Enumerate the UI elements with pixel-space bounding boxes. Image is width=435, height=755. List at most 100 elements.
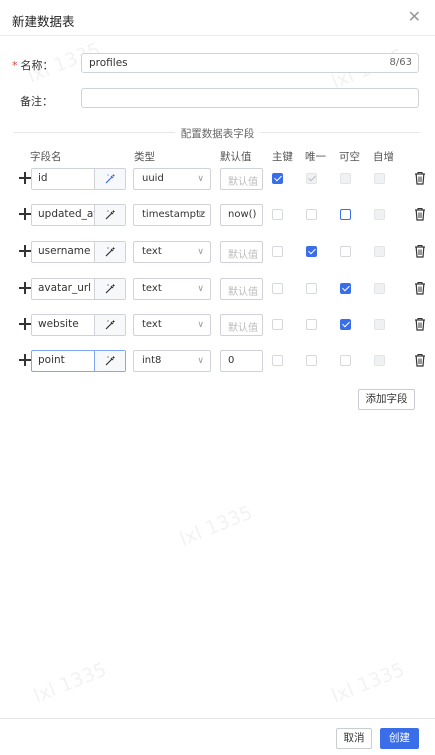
magic-wand-button[interactable] — [94, 205, 125, 225]
trash-icon[interactable] — [414, 281, 426, 295]
watermark: lxl 1335 — [176, 501, 256, 551]
field-row: point int8 ∨ 0 — [0, 350, 435, 374]
unique-checkbox[interactable] — [306, 209, 317, 220]
table-name-value: profiles — [89, 57, 128, 69]
required-mark: * — [12, 59, 18, 72]
field-default-input[interactable]: 默认值 — [220, 168, 263, 190]
drag-handle-icon[interactable] — [19, 208, 31, 220]
trash-icon[interactable] — [414, 317, 426, 331]
field-type-select[interactable]: timestamptz ∨ — [133, 204, 211, 226]
unique-checkbox[interactable] — [306, 246, 317, 257]
trash-icon[interactable] — [414, 353, 426, 367]
nullable-checkbox[interactable] — [340, 246, 351, 257]
field-default-input[interactable]: 0 — [220, 350, 263, 372]
primary-checkbox[interactable] — [272, 246, 283, 257]
watermark: lxl 1335 — [328, 658, 408, 708]
field-name-value: updated_at — [38, 208, 98, 220]
column-header-name: 字段名 — [30, 151, 62, 163]
drag-handle-icon[interactable] — [19, 282, 31, 294]
name-label-text: 名称： — [20, 59, 54, 72]
field-type-select[interactable]: text ∨ — [133, 314, 211, 336]
field-default-value: 默认值 — [228, 287, 258, 298]
drag-handle-icon[interactable] — [19, 245, 31, 257]
chevron-down-icon: ∨ — [197, 284, 204, 294]
section-title: 配置数据表字段 — [0, 126, 435, 141]
field-default-input[interactable]: 默认值 — [220, 241, 263, 263]
primary-checkbox[interactable] — [272, 319, 283, 330]
field-name-input[interactable]: point — [31, 350, 126, 372]
field-default-value: now() — [228, 209, 257, 220]
auto-increment-checkbox[interactable] — [374, 319, 385, 330]
field-name-input[interactable]: website — [31, 314, 126, 336]
field-type-value: text — [142, 283, 162, 294]
trash-icon[interactable] — [414, 244, 426, 258]
field-type-value: text — [142, 246, 162, 257]
primary-checkbox[interactable] — [272, 209, 283, 220]
primary-checkbox[interactable] — [272, 283, 283, 294]
column-header-type: 类型 — [134, 151, 155, 163]
field-type-select[interactable]: text ∨ — [133, 278, 211, 300]
field-default-value: 默认值 — [228, 323, 258, 334]
field-name-input[interactable]: avatar_url — [31, 278, 126, 300]
create-button[interactable]: 创建 — [380, 728, 419, 749]
nullable-checkbox[interactable] — [340, 355, 351, 366]
magic-wand-button[interactable] — [94, 169, 125, 189]
table-name-input[interactable]: profiles 8/63 — [81, 53, 419, 73]
field-name-value: id — [38, 172, 48, 184]
field-name-input[interactable]: username — [31, 241, 126, 263]
remark-input[interactable] — [81, 88, 419, 108]
field-type-select[interactable]: uuid ∨ — [133, 168, 211, 190]
unique-checkbox[interactable] — [306, 319, 317, 330]
drag-handle-icon[interactable] — [19, 318, 31, 330]
field-name-input[interactable]: id — [31, 168, 126, 190]
chevron-down-icon: ∨ — [197, 356, 204, 366]
nullable-checkbox[interactable] — [340, 209, 351, 220]
auto-increment-checkbox[interactable] — [374, 355, 385, 366]
field-default-input[interactable]: 默认值 — [220, 278, 263, 300]
nullable-checkbox[interactable] — [340, 319, 351, 330]
field-name-value: avatar_url — [38, 282, 92, 294]
auto-increment-checkbox[interactable] — [374, 209, 385, 220]
nullable-checkbox[interactable] — [340, 283, 351, 294]
auto-increment-checkbox[interactable] — [374, 246, 385, 257]
column-header-default: 默认值 — [220, 151, 252, 163]
field-row: id uuid ∨ 默认值 — [0, 168, 435, 192]
nullable-checkbox[interactable] — [340, 173, 351, 184]
auto-increment-checkbox[interactable] — [374, 283, 385, 294]
trash-icon[interactable] — [414, 207, 426, 221]
auto-increment-checkbox[interactable] — [374, 173, 385, 184]
unique-checkbox[interactable] — [306, 283, 317, 294]
field-name-value: website — [38, 318, 79, 330]
section-title-text: 配置数据表字段 — [174, 128, 261, 140]
primary-checkbox[interactable] — [272, 173, 283, 184]
cancel-button[interactable]: 取消 — [336, 728, 372, 749]
chevron-down-icon: ∨ — [197, 174, 204, 184]
drag-handle-icon[interactable] — [19, 354, 31, 366]
column-header-nullable: 可空 — [339, 151, 360, 163]
primary-checkbox[interactable] — [272, 355, 283, 366]
field-default-input[interactable]: 默认值 — [220, 314, 263, 336]
field-type-select[interactable]: int8 ∨ — [133, 350, 211, 372]
name-label: * 名称： — [12, 57, 54, 73]
magic-wand-button[interactable] — [94, 315, 125, 335]
magic-wand-button[interactable] — [94, 279, 125, 299]
field-default-value: 默认值 — [228, 177, 258, 188]
field-type-value: timestamptz — [142, 209, 206, 220]
close-icon[interactable]: ✕ — [408, 8, 421, 26]
unique-checkbox[interactable] — [306, 173, 317, 184]
field-default-input[interactable]: now() — [220, 204, 263, 226]
trash-icon[interactable] — [414, 171, 426, 185]
drag-handle-icon[interactable] — [19, 172, 31, 184]
column-header-unique: 唯一 — [305, 151, 326, 163]
field-type-select[interactable]: text ∨ — [133, 241, 211, 263]
unique-checkbox[interactable] — [306, 355, 317, 366]
magic-wand-button[interactable] — [94, 242, 125, 262]
field-type-value: text — [142, 319, 162, 330]
chevron-down-icon: ∨ — [197, 210, 204, 220]
field-name-input[interactable]: updated_at — [31, 204, 126, 226]
dialog-footer: 取消 创建 — [0, 718, 435, 755]
field-type-value: uuid — [142, 173, 164, 184]
magic-wand-button[interactable] — [94, 351, 125, 371]
field-row: website text ∨ 默认值 — [0, 314, 435, 338]
add-field-button[interactable]: 添加字段 — [358, 389, 415, 410]
